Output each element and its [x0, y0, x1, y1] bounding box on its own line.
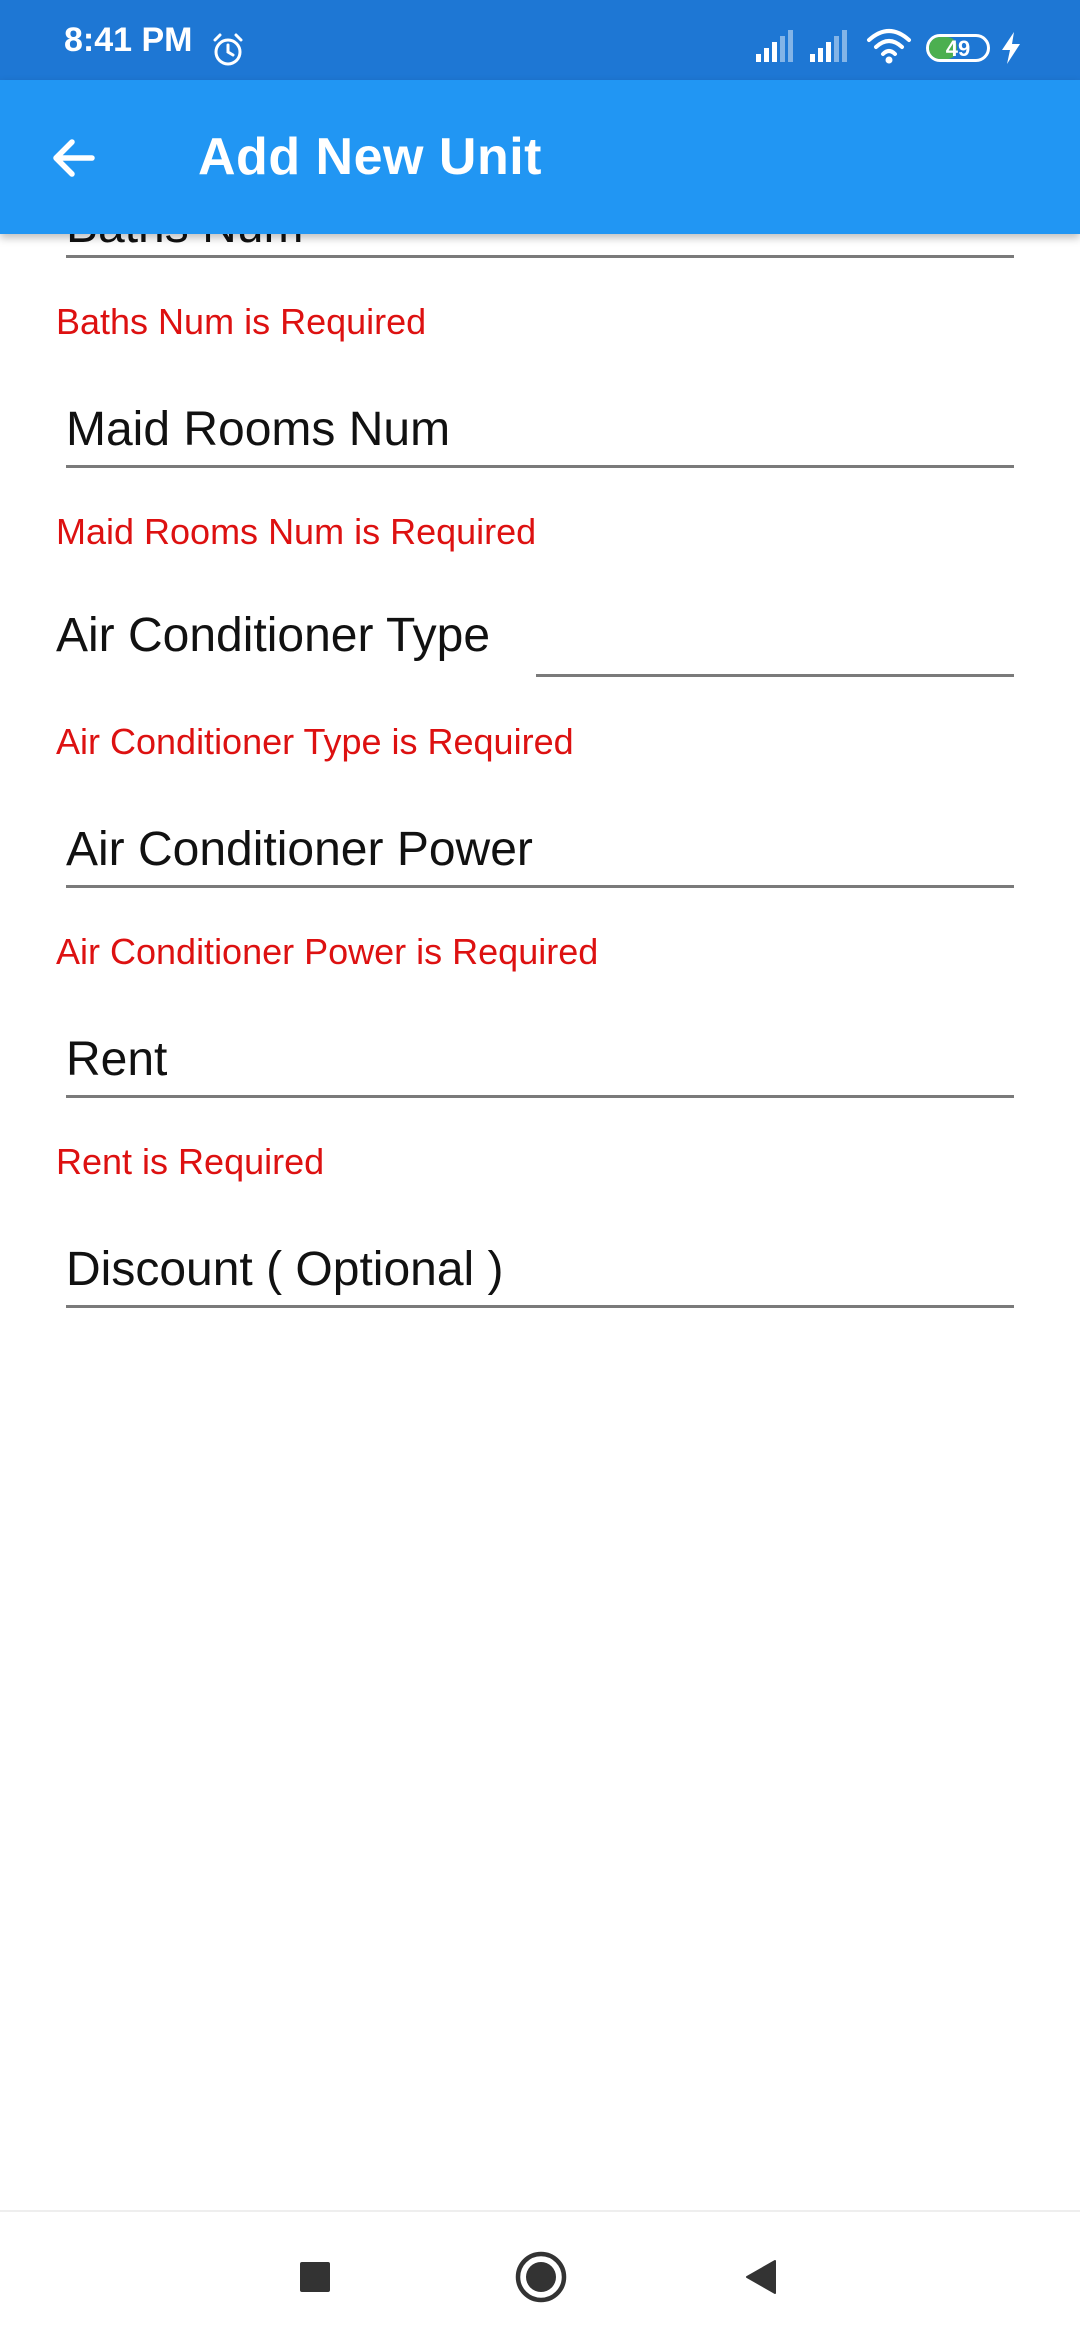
alarm-icon: [213, 33, 243, 66]
ac-power-input[interactable]: [66, 814, 1014, 885]
circle-home-icon: [515, 2251, 567, 2303]
square-recents-icon: [300, 2262, 330, 2292]
signal-icon: [810, 30, 847, 62]
baths-num-field[interactable]: [66, 234, 1014, 258]
triangle-back-icon: [746, 2260, 776, 2294]
status-time: 8:41 PM: [64, 21, 193, 59]
signal-icon: [756, 30, 793, 62]
home-button[interactable]: [506, 2242, 576, 2312]
ac-type-label: Air Conditioner Type: [56, 609, 491, 662]
discount-input[interactable]: [66, 1234, 1014, 1305]
page-title: Add New Unit: [198, 128, 542, 186]
ac-power-field[interactable]: [66, 814, 1014, 888]
maid-rooms-field[interactable]: [66, 394, 1014, 468]
arrow-left-icon: [53, 139, 95, 177]
wifi-icon: [867, 29, 911, 64]
ac-type-error: Air Conditioner Type is Required: [56, 721, 574, 762]
back-button[interactable]: [36, 120, 112, 196]
rent-error: Rent is Required: [56, 1141, 325, 1182]
baths-num-error: Baths Num is Required: [56, 301, 427, 342]
rent-input[interactable]: [66, 1024, 1014, 1095]
baths-num-input[interactable]: [66, 234, 1014, 255]
ac-type-picker[interactable]: [536, 674, 1014, 677]
maid-rooms-input[interactable]: [66, 394, 1014, 465]
battery-level: 49: [945, 36, 971, 61]
rent-field[interactable]: [66, 1024, 1014, 1098]
form-scroll-area[interactable]: Baths Num is Required Maid Rooms Num is …: [0, 234, 1080, 2210]
ac-power-error: Air Conditioner Power is Required: [56, 931, 599, 972]
maid-rooms-error: Maid Rooms Num is Required: [56, 511, 537, 552]
discount-field[interactable]: [66, 1234, 1014, 1308]
system-navigation-bar: [0, 2210, 1080, 2340]
status-bar: 8:41 PM 49: [0, 0, 1080, 80]
app-bar: Add New Unit: [0, 80, 1080, 234]
charging-icon: [1002, 32, 1020, 64]
battery-icon: 49: [926, 34, 990, 62]
system-back-button[interactable]: [726, 2242, 796, 2312]
recents-button[interactable]: [280, 2242, 350, 2312]
